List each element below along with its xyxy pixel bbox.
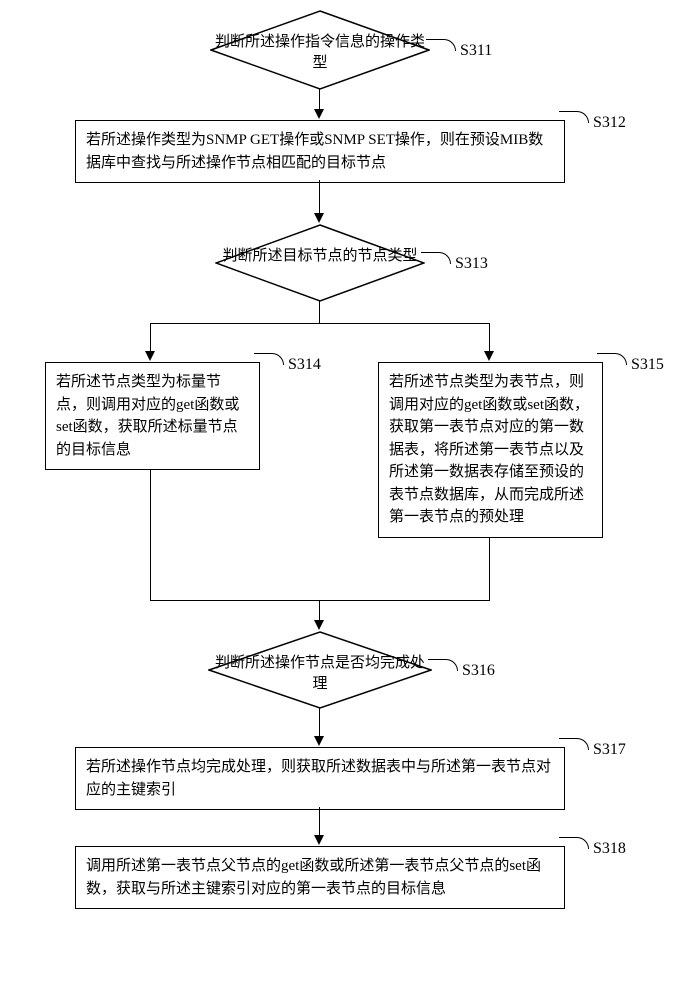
process-s315: 若所述节点类型为表节点，则调用对应的get函数或set函数，获取第一表节点对应的… [378,362,603,538]
arrow [314,835,324,845]
label-s315: S315 [631,356,664,374]
connector-line [319,180,320,215]
arrow [314,736,324,746]
decision-s311-text: 判断所述操作指令信息的操作类型 [210,32,430,74]
process-s312-text: 若所述操作类型为SNMP GET操作或SNMP SET操作，则在预设MIB数据库… [86,132,543,171]
connector [254,353,284,365]
arrow [484,351,494,361]
arrow [314,213,324,223]
label-s317: S317 [593,741,626,759]
connector [559,837,589,849]
arrow [145,351,155,361]
connector [426,39,456,51]
connector [597,353,627,365]
process-s314-text: 若所述节点类型为标量节点，则调用对应的get函数或set函数，获取所述标量节点的… [56,374,239,458]
connector [559,738,589,750]
process-s317: 若所述操作节点均完成处理，则获取所述数据表中与所述第一表节点对应的主键索引 [75,747,565,810]
connector-line [319,600,320,622]
decision-s313-text: 判断所述目标节点的节点类型 [215,246,425,267]
connector-line [150,323,151,353]
decision-s316: 判断所述操作节点是否均完成处理 [208,631,432,709]
label-s312: S312 [593,114,626,132]
connector-line [489,538,490,600]
connector [428,659,458,671]
connector [421,252,451,264]
connector-line [150,600,490,601]
connector-line [489,323,490,353]
label-s316: S316 [462,662,495,680]
label-s314: S314 [288,356,321,374]
decision-s316-text: 判断所述操作节点是否均完成处理 [208,653,432,695]
connector-line [150,470,151,600]
process-s315-text: 若所述节点类型为表节点，则调用对应的get函数或set函数，获取第一表节点对应的… [389,374,589,525]
connector-line [150,323,490,324]
decision-s313: 判断所述目标节点的节点类型 [215,224,425,302]
connector-line [319,807,320,837]
process-s318-text: 调用所述第一表节点父节点的get函数或所述第一表节点父节点的set函数，获取与所… [86,858,541,897]
process-s318: 调用所述第一表节点父节点的get函数或所述第一表节点父节点的set函数，获取与所… [75,846,565,909]
connector-line [319,89,320,111]
arrow [314,620,324,630]
connector-line [319,301,320,323]
process-s317-text: 若所述操作节点均完成处理，则获取所述数据表中与所述第一表节点对应的主键索引 [86,759,551,798]
process-s314: 若所述节点类型为标量节点，则调用对应的get函数或set函数，获取所述标量节点的… [45,362,260,470]
label-s313: S313 [455,255,488,273]
arrow [314,109,324,119]
label-s311: S311 [460,42,492,60]
process-s312: 若所述操作类型为SNMP GET操作或SNMP SET操作，则在预设MIB数据库… [75,120,565,183]
connector [559,111,589,123]
label-s318: S318 [593,840,626,858]
connector-line [319,708,320,738]
decision-s311: 判断所述操作指令信息的操作类型 [210,10,430,90]
